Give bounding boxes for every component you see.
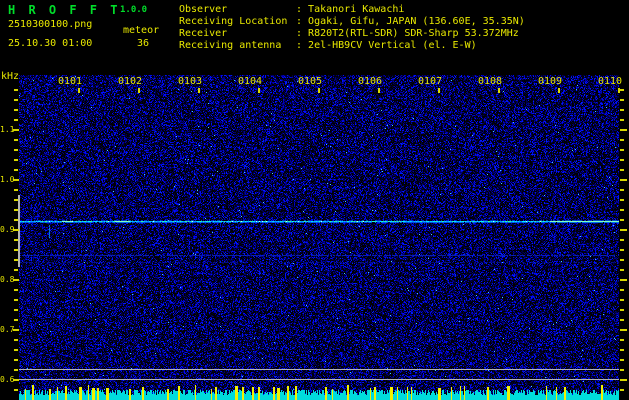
app-title: H R O F F T <box>8 3 121 17</box>
info-row: Observer: Takanori Kawachi <box>179 4 405 15</box>
info-label: Receiving Location <box>179 16 288 27</box>
y-axis-tick-label: 1.1 <box>0 125 15 134</box>
y-axis-tick-label: 0.7 <box>0 325 15 334</box>
info-label: Receiver <box>179 28 228 39</box>
output-filename: 2510300100.png <box>8 19 93 30</box>
info-row: Receiver: R820T2(RTL-SDR) SDR-Sharp 53.3… <box>179 28 519 39</box>
info-value: Ogaki, Gifu, JAPAN (136.60E, 35.35N) <box>308 16 525 27</box>
text-overlay: H R O F F T 1.0.0 2510300100.png meteor … <box>0 0 629 400</box>
info-label: Observer <box>179 4 228 15</box>
x-axis-tick-label: 0101 <box>57 76 83 87</box>
x-axis-tick-label: 0107 <box>417 76 443 87</box>
x-axis-tick-label: 0104 <box>237 76 263 87</box>
info-value: 2el-HB9CV Vertical (el. E-W) <box>308 40 477 51</box>
y-axis-tick-label: 1.0 <box>0 175 15 184</box>
x-axis-tick-label: 0109 <box>537 76 563 87</box>
x-axis-tick-label: 0102 <box>117 76 143 87</box>
info-value: R820T2(RTL-SDR) SDR-Sharp 53.372MHz <box>308 28 519 39</box>
date-time: 25.10.30 01:00 <box>8 38 93 49</box>
info-label: Receiving antenna <box>179 40 282 51</box>
x-axis-tick-label: 0103 <box>177 76 203 87</box>
y-axis-tick-label: 0.9 <box>0 225 15 234</box>
y-axis-unit-label: kHz <box>1 71 20 82</box>
mode-label: meteor <box>123 25 160 36</box>
x-axis-tick-label: 0106 <box>357 76 383 87</box>
station-info-block: Observer: Takanori Kawachi Receiving Loca… <box>179 4 525 52</box>
info-row: Receiving antenna: 2el-HB9CV Vertical (e… <box>179 40 477 51</box>
y-axis-tick-label: 0.8 <box>0 275 15 284</box>
info-row: Receiving Location: Ogaki, Gifu, JAPAN (… <box>179 16 525 27</box>
x-axis-tick-label: 0108 <box>477 76 503 87</box>
y-axis-tick-label: 0.6 <box>0 375 15 384</box>
x-axis-tick-label: 0105 <box>297 76 323 87</box>
echo-count: 36 <box>137 38 150 49</box>
info-value: Takanori Kawachi <box>308 4 405 15</box>
x-axis-tick-label: 0110 <box>597 76 623 87</box>
hrofft-output-window: H R O F F T 1.0.0 2510300100.png meteor … <box>0 0 629 400</box>
app-version: 1.0.0 <box>120 5 148 15</box>
